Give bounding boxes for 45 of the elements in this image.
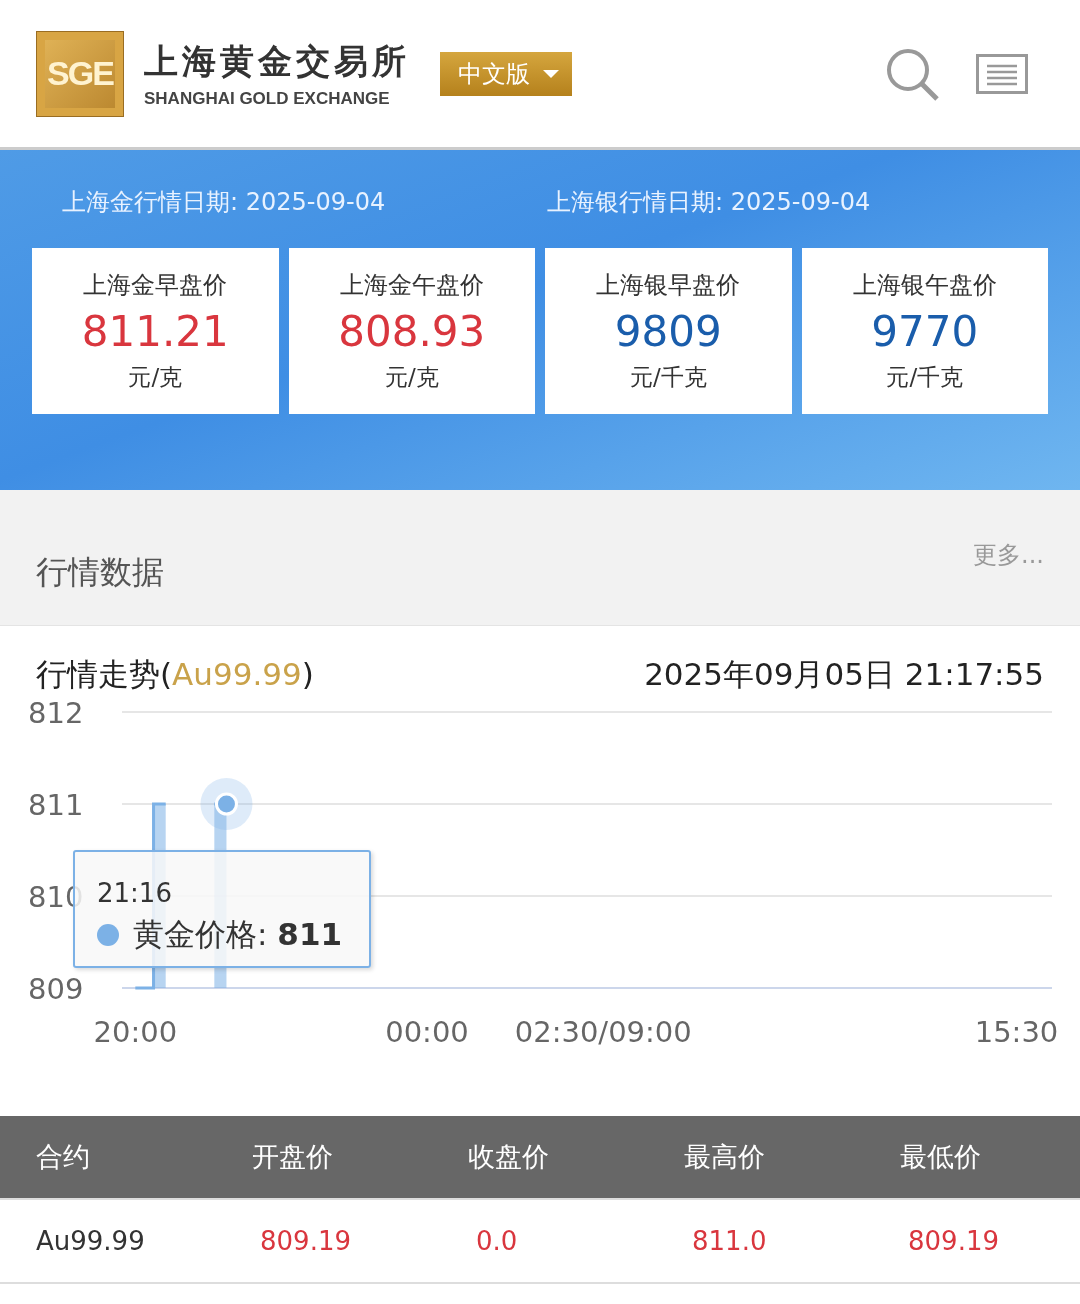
axis-label: 812 [28,696,84,730]
price-value: 811.21 [81,307,229,356]
language-dropdown[interactable]: 中文版 [440,51,572,96]
logo-mark: SGE [36,30,124,117]
table-cell-text: Au99.99 [36,1226,146,1256]
chart-title: 行情走势(Au99.99) [36,655,314,694]
price-value: 808.93 [338,307,486,356]
column-header: 合约 [36,1140,91,1174]
table-cell-text: 0.0 [475,1226,519,1256]
price-value: 9770 [871,307,979,356]
more-link[interactable]: 更多... [973,539,1044,571]
legend-dot [97,924,119,946]
axis-label: 809 [28,972,84,1006]
table-cell-text: 809.19 [907,1226,1000,1256]
tooltip-time: 21:16 [97,878,173,908]
price-unit: 元/克 [128,363,183,392]
price-unit: 元/千克 [629,363,707,392]
axis-label: 811 [28,788,84,822]
price-label: 上海金早盘价 [83,270,228,301]
quote-date: 上海银行情日期: 2025-09-04 [547,187,872,218]
logo-subtitle: SHANGHAI GOLD EXCHANGE [144,88,391,109]
column-header: 收盘价 [467,1140,550,1174]
timestamp: 2025年09月05日 21:17:55 [644,655,1044,694]
logo-wordmark: 上海黄金交易所 [144,39,410,83]
axis-label: 20:00 [93,1015,178,1049]
price-unit: 元/克 [384,363,439,392]
price-value: 9809 [614,307,722,356]
axis-label: 00:00 [385,1015,469,1049]
tooltip-value: 黄金价格: 811 [133,915,343,954]
price-label: 上海银午盘价 [852,270,997,301]
caret-icon [542,68,560,79]
price-label: 上海金午盘价 [339,270,484,301]
menu-icon[interactable] [976,53,1028,94]
column-header: 开盘价 [251,1140,334,1174]
section-title: 行情数据 [36,551,164,593]
hover-marker [200,778,253,830]
price-label: 上海银早盘价 [596,270,741,301]
price-unit: 元/千克 [886,363,964,392]
axis-label: 02:30/09:00 [514,1015,692,1049]
column-header: 最高价 [683,1140,766,1174]
table-cell-text: 811.0 [691,1226,768,1256]
column-header: 最低价 [899,1140,982,1174]
axis-label: 15:30 [974,1015,1059,1049]
table-cell-text: 809.19 [259,1226,352,1256]
quote-date: 上海金行情日期: 2025-09-04 [62,187,387,218]
